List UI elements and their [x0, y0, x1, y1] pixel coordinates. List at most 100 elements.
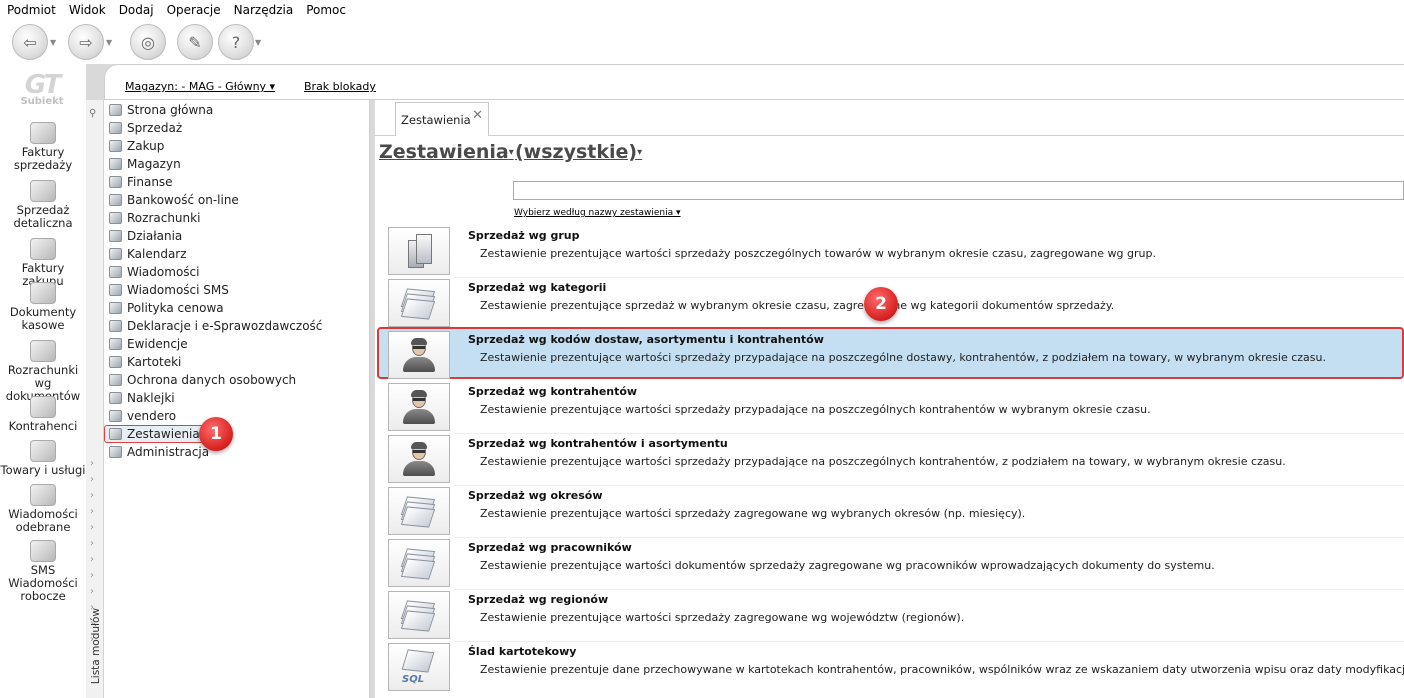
report-title: Sprzedaż wg pracowników — [468, 541, 632, 554]
chevron-down-icon: ▾ — [508, 147, 514, 158]
module-deklaracje[interactable]: Deklaracje i e-Sprawozdawczość — [109, 317, 322, 335]
report-thumbnail — [388, 331, 450, 379]
report-title: Sprzedaż wg kodów dostaw, asortymentu i … — [468, 333, 824, 346]
module-sprzedaz[interactable]: Sprzedaż — [109, 119, 182, 137]
report-thumbnail — [388, 591, 450, 639]
report-item-selected[interactable]: Sprzedaż wg kodów dostaw, asortymentu i … — [377, 327, 1404, 383]
module-zakup[interactable]: Zakup — [109, 137, 164, 155]
tab-strip — [375, 100, 1404, 136]
tab-zestawienia[interactable]: Zestawienia ✕ — [395, 102, 489, 136]
chevron-right-icon[interactable]: › — [90, 570, 94, 581]
menu-widok[interactable]: Widok — [69, 3, 106, 17]
report-item[interactable]: Sprzedaż wg kontrahentów Zestawienie pre… — [388, 383, 1404, 435]
boxes-icon — [402, 232, 436, 270]
chevron-right-icon[interactable]: › — [90, 458, 94, 469]
menu-podmiot[interactable]: Podmiot — [7, 3, 56, 17]
person-icon — [401, 441, 437, 477]
menu-operacje[interactable]: Operacje — [167, 3, 221, 17]
module-strona-glowna[interactable]: Strona główna — [109, 101, 213, 119]
report-title: Sprzedaż wg regionów — [468, 593, 609, 606]
back-dropdown-icon[interactable]: ▼ — [50, 38, 56, 47]
settlements-icon — [109, 212, 122, 224]
warehouse-selector[interactable]: Magazyn: - MAG - Główny ▾ — [125, 80, 275, 93]
report-title: Sprzedaż wg kontrahentów — [468, 385, 638, 398]
menu-pomoc[interactable]: Pomoc — [306, 3, 346, 17]
report-item[interactable]: Sprzedaż wg grup Zestawienie prezentując… — [388, 227, 1404, 279]
module-dzialania[interactable]: Działania — [109, 227, 182, 245]
menu-narzedzia[interactable]: Narzędzia — [234, 3, 294, 17]
report-item[interactable]: SQL Ślad kartotekowy Zestawienie prezent… — [388, 643, 1404, 695]
filter-dropdown[interactable]: (wszystkie)▾ — [515, 141, 642, 163]
bank-icon — [109, 194, 122, 206]
nav-towary-i-uslugi[interactable]: Towary i usługi — [0, 440, 86, 477]
retail-icon — [30, 180, 56, 202]
filter-by-name-link[interactable]: Wybierz według nazwy zestawienia ▾ — [514, 208, 681, 218]
report-description: Zestawienie prezentujące wartości dokume… — [480, 559, 1215, 572]
module-wiadomosci-sms[interactable]: Wiadomości SMS — [109, 281, 229, 299]
module-ewidencje[interactable]: Ewidencje — [109, 335, 188, 353]
finance-icon — [109, 176, 122, 188]
nav-rozrachunki[interactable]: Rozrachunki wg dokumentów — [0, 340, 86, 403]
module-naklejki[interactable]: Naklejki — [109, 389, 175, 407]
module-kalendarz[interactable]: Kalendarz — [109, 245, 187, 263]
help-dropdown-icon[interactable]: ▼ — [255, 38, 261, 47]
label-icon — [109, 392, 122, 404]
report-item[interactable]: Sprzedaż wg pracowników Zestawienie prez… — [388, 539, 1404, 591]
report-item[interactable]: Sprzedaż wg kontrahentów i asortymentu Z… — [388, 435, 1404, 487]
report-thumbnail — [388, 383, 450, 431]
help-icon[interactable]: ? — [218, 24, 254, 60]
report-description: Zestawienie prezentuje dane przechowywan… — [480, 663, 1404, 676]
report-thumbnail — [388, 539, 450, 587]
actions-icon — [109, 230, 122, 242]
module-magazyn[interactable]: Magazyn — [109, 155, 181, 173]
stack-icon — [399, 598, 439, 632]
module-kartoteki[interactable]: Kartoteki — [109, 353, 181, 371]
module-wiadomosci[interactable]: Wiadomości — [109, 263, 199, 281]
report-search-input[interactable] — [513, 181, 1404, 200]
chevron-right-icon[interactable]: › — [90, 554, 94, 565]
report-item[interactable]: Sprzedaż wg okresów Zestawienie prezentu… — [388, 487, 1404, 539]
report-thumbnail: SQL — [388, 643, 450, 691]
module-vendero[interactable]: vendero — [109, 407, 176, 425]
module-polityka-cenowa[interactable]: Polityka cenowa — [109, 299, 224, 317]
module-rozrachunki[interactable]: Rozrachunki — [109, 209, 200, 227]
nav-faktury-zakupu[interactable]: Faktury zakupu — [0, 238, 86, 288]
report-thumbnail — [388, 435, 450, 483]
nav-sms-wiadomosci-robocze[interactable]: SMS Wiadomości robocze — [0, 540, 86, 603]
lock-status-link[interactable]: Brak blokady — [304, 80, 376, 93]
menu-dodaj[interactable]: Dodaj — [119, 3, 154, 17]
nav-kontrahenci[interactable]: Kontrahenci — [0, 396, 86, 433]
nav-dokumenty-kasowe[interactable]: Dokumenty kasowe — [0, 282, 86, 332]
chevron-right-icon[interactable]: › — [90, 490, 94, 501]
tools-icon[interactable]: ✎ — [177, 24, 213, 60]
close-icon[interactable]: ✕ — [472, 108, 483, 123]
forward-dropdown-icon[interactable]: ▼ — [106, 38, 112, 47]
back-icon[interactable]: ⇦ — [12, 24, 48, 60]
chevron-right-icon[interactable]: › — [90, 506, 94, 517]
module-ochrona-danych[interactable]: Ochrona danych osobowych — [109, 371, 296, 389]
page-title[interactable]: Zestawienia▾ — [379, 141, 514, 163]
sms-icon — [109, 284, 122, 296]
cash-docs-icon — [30, 282, 56, 304]
pin-icon[interactable]: ⚲ — [89, 108, 96, 119]
shield-icon — [109, 374, 122, 386]
module-bankowosc[interactable]: Bankowość on-line — [109, 191, 239, 209]
chevron-right-icon[interactable]: › — [90, 522, 94, 533]
coins-icon[interactable]: ◎ — [130, 24, 166, 60]
contractors-icon — [30, 396, 56, 418]
module-list-strip: ⚲ › › › › › › › › › › › › Lista modułów — [86, 100, 104, 698]
price-icon — [109, 302, 122, 314]
module-administracja[interactable]: Administracja — [109, 443, 209, 461]
chevron-right-icon[interactable]: › — [90, 538, 94, 549]
report-item[interactable]: Sprzedaż wg regionów Zestawienie prezent… — [388, 591, 1404, 643]
module-finanse[interactable]: Finanse — [109, 173, 173, 191]
nav-sprzedaz-detaliczna[interactable]: Sprzedaż detaliczna — [0, 180, 86, 230]
home-icon — [109, 104, 122, 116]
nav-faktury-sprzedazy[interactable]: Faktury sprzedaży — [0, 122, 86, 172]
forward-icon[interactable]: ⇨ — [68, 24, 104, 60]
nav-wiadomosci-odebrane[interactable]: Wiadomości odebrane — [0, 484, 86, 534]
chevron-right-icon[interactable]: › — [90, 586, 94, 597]
calendar-icon — [109, 248, 122, 260]
chevron-right-icon[interactable]: › — [90, 474, 94, 485]
module-zestawienia[interactable]: Zestawienia — [104, 425, 205, 443]
